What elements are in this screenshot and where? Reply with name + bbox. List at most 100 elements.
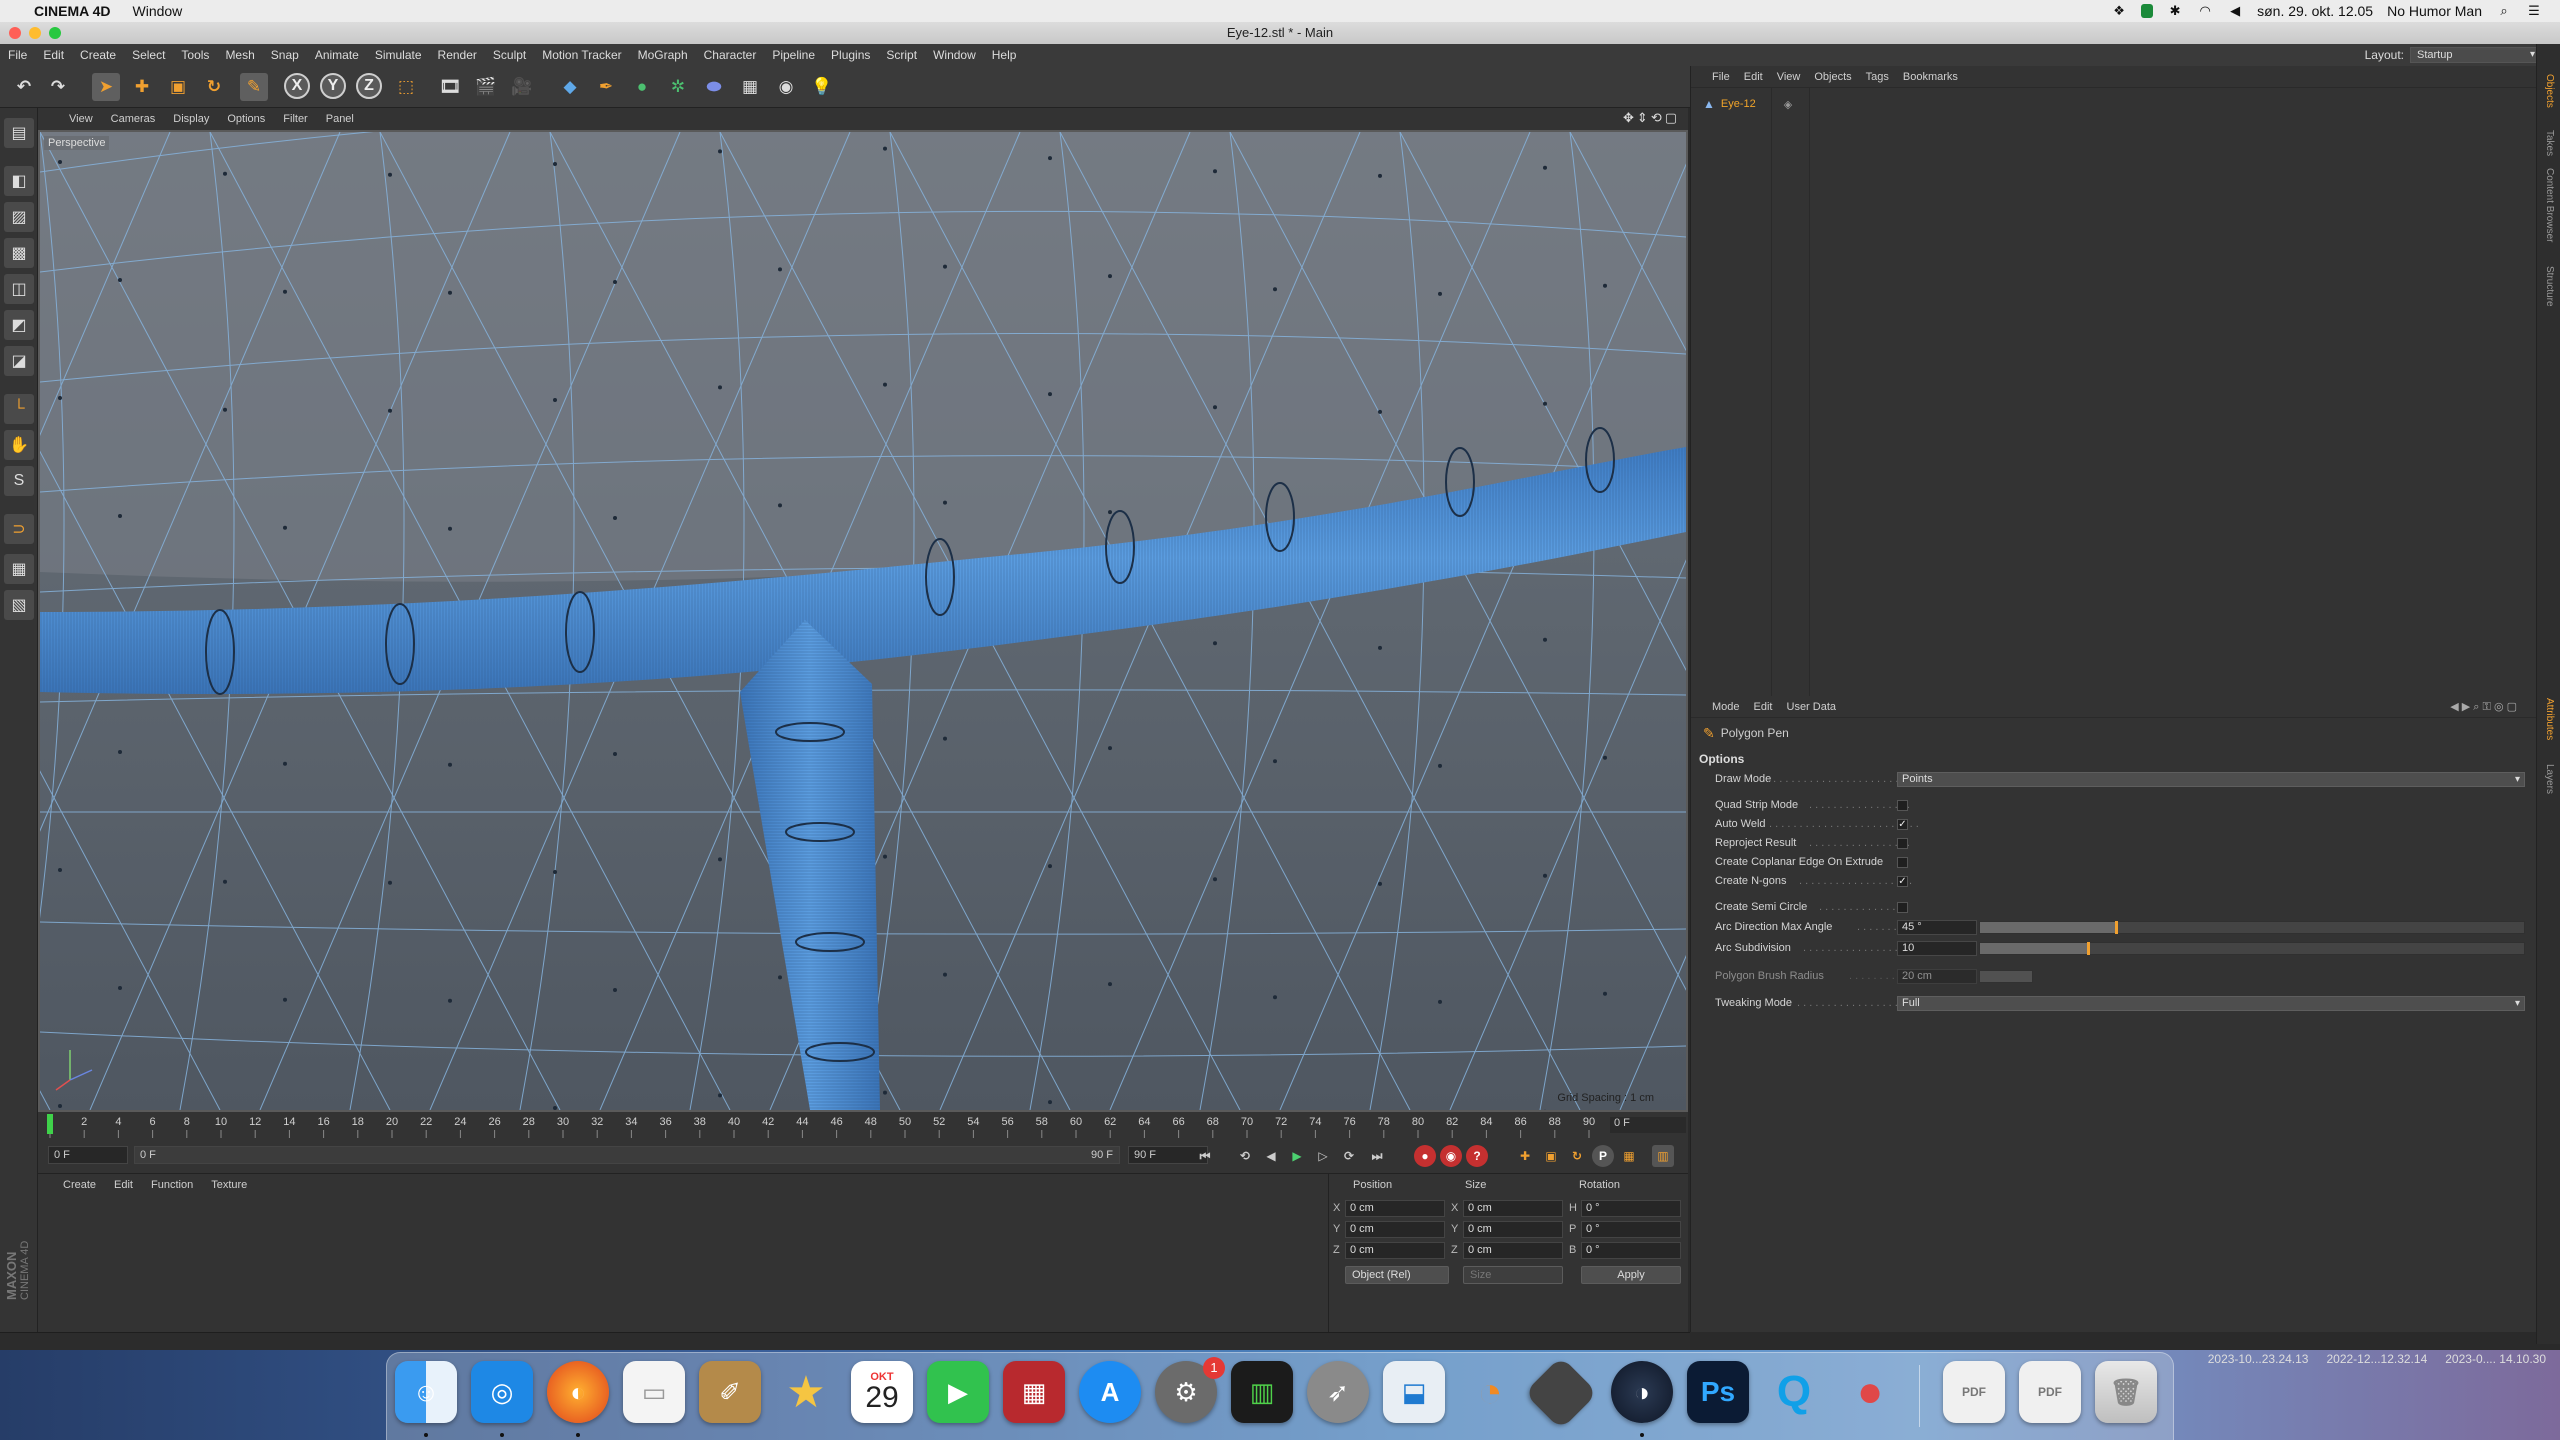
next-frame-icon[interactable]: ▷	[1312, 1145, 1334, 1167]
viewport-menu-view[interactable]: View	[60, 113, 102, 125]
user-name[interactable]: No Humor Man	[2387, 3, 2482, 19]
key-parameter-icon[interactable]: P	[1592, 1145, 1614, 1167]
size-y-field[interactable]: 0 cm	[1463, 1221, 1563, 1238]
evernote-icon[interactable]	[2141, 4, 2154, 18]
play-icon[interactable]: ▶	[1286, 1145, 1308, 1167]
camera-icon[interactable]: ◉	[772, 73, 800, 101]
go-to-start-icon[interactable]: ⏮	[1194, 1145, 1216, 1167]
auto-weld-checkbox[interactable]: ✓	[1897, 819, 1908, 830]
render-settings-icon[interactable]: 🎥	[508, 73, 536, 101]
menu-plugins[interactable]: Plugins	[823, 48, 878, 62]
make-editable-icon[interactable]: ▤	[4, 118, 34, 148]
material-menu-create[interactable]: Create	[54, 1179, 105, 1191]
playhead[interactable]	[47, 1114, 53, 1134]
viewport-nav-icons[interactable]: ✥⇕⟲▢	[1623, 110, 1680, 126]
polygons-mode-icon[interactable]: ◪	[4, 346, 34, 376]
photo-booth-icon[interactable]: ▦	[1003, 1361, 1065, 1423]
render-view-icon[interactable]: 🎞	[436, 73, 464, 101]
app-menu[interactable]: CINEMA 4D	[34, 3, 111, 19]
arc-subdivision-slider[interactable]	[1979, 942, 2525, 955]
render-picture-viewer-icon[interactable]: 🎬	[472, 73, 500, 101]
menu-file[interactable]: File	[0, 48, 35, 62]
viewport-menu-cameras[interactable]: Cameras	[102, 113, 165, 125]
menu-select[interactable]: Select	[124, 48, 173, 62]
safari-icon[interactable]: ◎	[471, 1361, 533, 1423]
material-menu-edit[interactable]: Edit	[105, 1179, 142, 1191]
photoshop-icon[interactable]: Ps	[1687, 1361, 1749, 1423]
object-menu-view[interactable]: View	[1770, 71, 1808, 83]
object-menu-edit[interactable]: Edit	[1737, 71, 1770, 83]
attribute-menu-mode[interactable]: Mode	[1705, 701, 1747, 713]
previous-key-icon[interactable]: ⟲	[1234, 1145, 1256, 1167]
volume-icon[interactable]: ◀	[2227, 4, 2243, 18]
apply-button[interactable]: Apply	[1581, 1266, 1681, 1284]
arc-angle-slider[interactable]	[1979, 921, 2525, 934]
unity-icon[interactable]	[1524, 1356, 1598, 1430]
close-button[interactable]	[9, 27, 21, 39]
preview-range-slider[interactable]: 0 F 90 F	[134, 1146, 1120, 1164]
fruit-app-icon[interactable]: ●	[1839, 1361, 1901, 1423]
object-menu-tags[interactable]: Tags	[1859, 71, 1896, 83]
desktop-file[interactable]: 2023-10...23.24.13	[2208, 1352, 2309, 1366]
attribute-menu-user-data[interactable]: User Data	[1780, 701, 1844, 713]
position-y-field[interactable]: 0 cm	[1345, 1221, 1445, 1238]
deformer-icon[interactable]: ⬬	[700, 73, 728, 101]
go-to-end-icon[interactable]: ⏭	[1366, 1145, 1388, 1167]
viewport-menu-display[interactable]: Display	[164, 113, 218, 125]
tab-layers[interactable]: Layers	[2544, 764, 2555, 794]
menu-script[interactable]: Script	[878, 48, 925, 62]
pdf-document-icon[interactable]: PDF	[1943, 1361, 2005, 1423]
start-frame-field[interactable]: 0 F	[48, 1146, 128, 1164]
axis-mode-icon[interactable]: └	[4, 394, 34, 424]
move-tool-icon[interactable]: ✚	[128, 73, 156, 101]
app-store-icon[interactable]: A	[1079, 1361, 1141, 1423]
y-axis-button[interactable]: Y	[320, 73, 346, 99]
rocket-app-icon[interactable]: ➶	[1307, 1361, 1369, 1423]
timeline-ruler[interactable]: 0246810121416182022242628303234363840424…	[38, 1112, 1688, 1138]
key-pla-icon[interactable]: ▦	[1618, 1145, 1640, 1167]
planar-workplane-icon[interactable]: ▧	[4, 590, 34, 620]
rotate-tool-icon[interactable]: ↻	[200, 73, 228, 101]
quad-strip-checkbox[interactable]	[1897, 800, 1908, 811]
array-icon[interactable]: ✲	[664, 73, 692, 101]
cinema4d-icon[interactable]: ◑	[1611, 1361, 1673, 1423]
size-z-field[interactable]: 0 cm	[1463, 1242, 1563, 1259]
coplanar-edge-checkbox[interactable]	[1897, 857, 1908, 868]
menu-motion-tracker[interactable]: Motion Tracker	[534, 48, 629, 62]
menu-help[interactable]: Help	[984, 48, 1025, 62]
options-section[interactable]: Options	[1699, 752, 1744, 766]
menu-edit[interactable]: Edit	[35, 48, 72, 62]
object-menu-objects[interactable]: Objects	[1807, 71, 1858, 83]
rotation-b-field[interactable]: 0 °	[1581, 1242, 1681, 1259]
quicktime-icon[interactable]: Q	[1763, 1361, 1825, 1423]
tab-attributes[interactable]: Attributes	[2544, 698, 2555, 740]
zoom-button[interactable]	[49, 27, 61, 39]
activity-monitor-icon[interactable]: ▥	[1231, 1361, 1293, 1423]
draw-mode-dropdown[interactable]: Points	[1897, 772, 2525, 787]
model-mode-icon[interactable]: ◧	[4, 166, 34, 196]
spotlight-icon[interactable]: ⌕	[2496, 4, 2512, 18]
textedit-icon[interactable]: ▭	[623, 1361, 685, 1423]
keyframe-selection-icon[interactable]: ?	[1466, 1145, 1488, 1167]
facetime-icon[interactable]: ▶	[927, 1361, 989, 1423]
rotation-p-field[interactable]: 0 °	[1581, 1221, 1681, 1238]
magnet-icon[interactable]: ⊃	[4, 514, 34, 544]
dropbox-icon[interactable]: ❖	[2111, 4, 2127, 18]
tab-content-browser[interactable]: Content Browser	[2544, 168, 2555, 242]
previous-frame-icon[interactable]: ◀	[1260, 1145, 1282, 1167]
menu-mograph[interactable]: MoGraph	[630, 48, 696, 62]
position-x-field[interactable]: 0 cm	[1345, 1200, 1445, 1217]
desktop-file[interactable]: 2022-12...12.32.14	[2326, 1352, 2427, 1366]
desktop-file[interactable]: 2023-0.... 14.10.30	[2445, 1352, 2546, 1366]
undo-icon[interactable]: ↶	[10, 73, 38, 101]
wifi-icon[interactable]: ◠	[2197, 4, 2213, 18]
coordinate-mode-dropdown[interactable]: Object (Rel)	[1345, 1266, 1449, 1284]
polygon-pen-icon[interactable]: ✎	[240, 73, 268, 101]
ngons-checkbox[interactable]: ✓	[1897, 876, 1908, 887]
attribute-nav-icons[interactable]: ◀ ▶ ⌕ ⚿ ◎ ▢	[2443, 700, 2524, 714]
phong-tag-icon[interactable]: ◈	[1784, 98, 1792, 111]
lock-workplane-icon[interactable]: ▦	[4, 554, 34, 584]
viewport-camera-label[interactable]: Perspective	[44, 136, 110, 150]
z-axis-button[interactable]: Z	[356, 73, 382, 99]
tab-structure[interactable]: Structure	[2544, 266, 2555, 307]
